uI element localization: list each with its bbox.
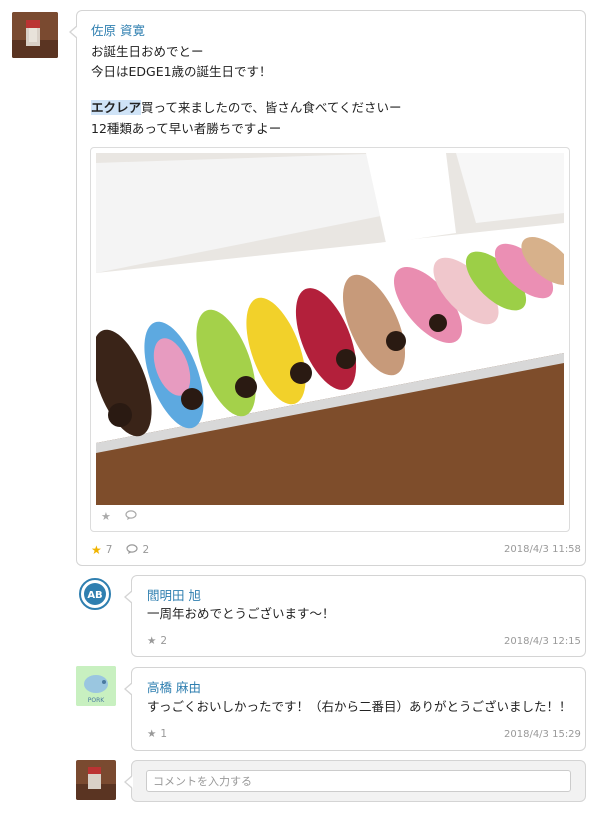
post-line-4: エクレア買って来ましたので、皆さん食べてくださいー xyxy=(91,97,402,119)
post-actions: ★ 7 2 xyxy=(91,543,149,557)
comment-2-like-count[interactable]: 1 xyxy=(160,728,167,740)
post-timestamp: 2018/4/3 11:58 xyxy=(504,544,581,555)
avatar-pig-icon: PORK xyxy=(76,666,116,706)
comment-input[interactable] xyxy=(146,770,571,792)
post-like-count[interactable]: 7 xyxy=(106,544,113,556)
avatar-photo xyxy=(12,12,58,58)
current-user-avatar[interactable] xyxy=(76,760,116,800)
avatar-logo-icon: AB xyxy=(84,583,106,605)
comment-1-avatar[interactable]: AB xyxy=(79,578,111,610)
comment-2-avatar[interactable]: PORK xyxy=(76,666,116,706)
post-author-avatar[interactable] xyxy=(12,12,58,58)
post-line-4-text: 買って来ましたので、皆さん食べてくださいー xyxy=(141,100,402,115)
highlight-word: エクレア xyxy=(91,100,142,115)
photo-comment-icon[interactable] xyxy=(125,510,137,523)
comment-1-like-count[interactable]: 2 xyxy=(160,635,167,647)
svg-text:PORK: PORK xyxy=(88,697,106,704)
photo-star-icon[interactable]: ★ xyxy=(101,510,111,523)
post-comment-count[interactable]: 2 xyxy=(142,544,149,556)
comment-1-timestamp: 2018/4/3 12:15 xyxy=(504,636,581,647)
star-icon[interactable]: ★ xyxy=(91,543,102,557)
comment-1-star-icon[interactable]: ★ xyxy=(147,635,156,647)
comment-2-actions: ★ 1 xyxy=(147,728,167,740)
svg-text:AB: AB xyxy=(87,590,102,601)
post-author-name[interactable]: 佐原 資寛 xyxy=(91,20,145,39)
comment-1-actions: ★ 2 xyxy=(147,635,167,647)
post-line-2: 今日はEDGE1歳の誕生日です！ xyxy=(91,64,272,79)
photo-actions: ★ xyxy=(101,510,137,523)
comment-1-text: 一周年おめでとうございます～！ xyxy=(147,606,335,621)
eclair-box-image xyxy=(96,153,564,505)
photo-attachment[interactable]: ★ xyxy=(90,147,570,532)
comment-2-text: すっごくおいしかったです！（右から二番目）ありがとうございました！！ xyxy=(147,699,572,714)
comment-2-timestamp: 2018/4/3 15:29 xyxy=(504,729,581,740)
eclair-photo[interactable] xyxy=(96,153,564,505)
post-line-5: 12種類あって早い者勝ちですよー xyxy=(91,121,282,136)
comment-icon[interactable] xyxy=(126,543,139,557)
comment-2-star-icon[interactable]: ★ xyxy=(147,728,156,740)
comment-1-author[interactable]: 閻明田 旭 xyxy=(147,585,201,604)
post-line-1: お誕生日おめでとー xyxy=(91,44,204,59)
comment-2-author[interactable]: 高橋 麻由 xyxy=(147,677,201,696)
avatar-photo xyxy=(76,760,116,800)
